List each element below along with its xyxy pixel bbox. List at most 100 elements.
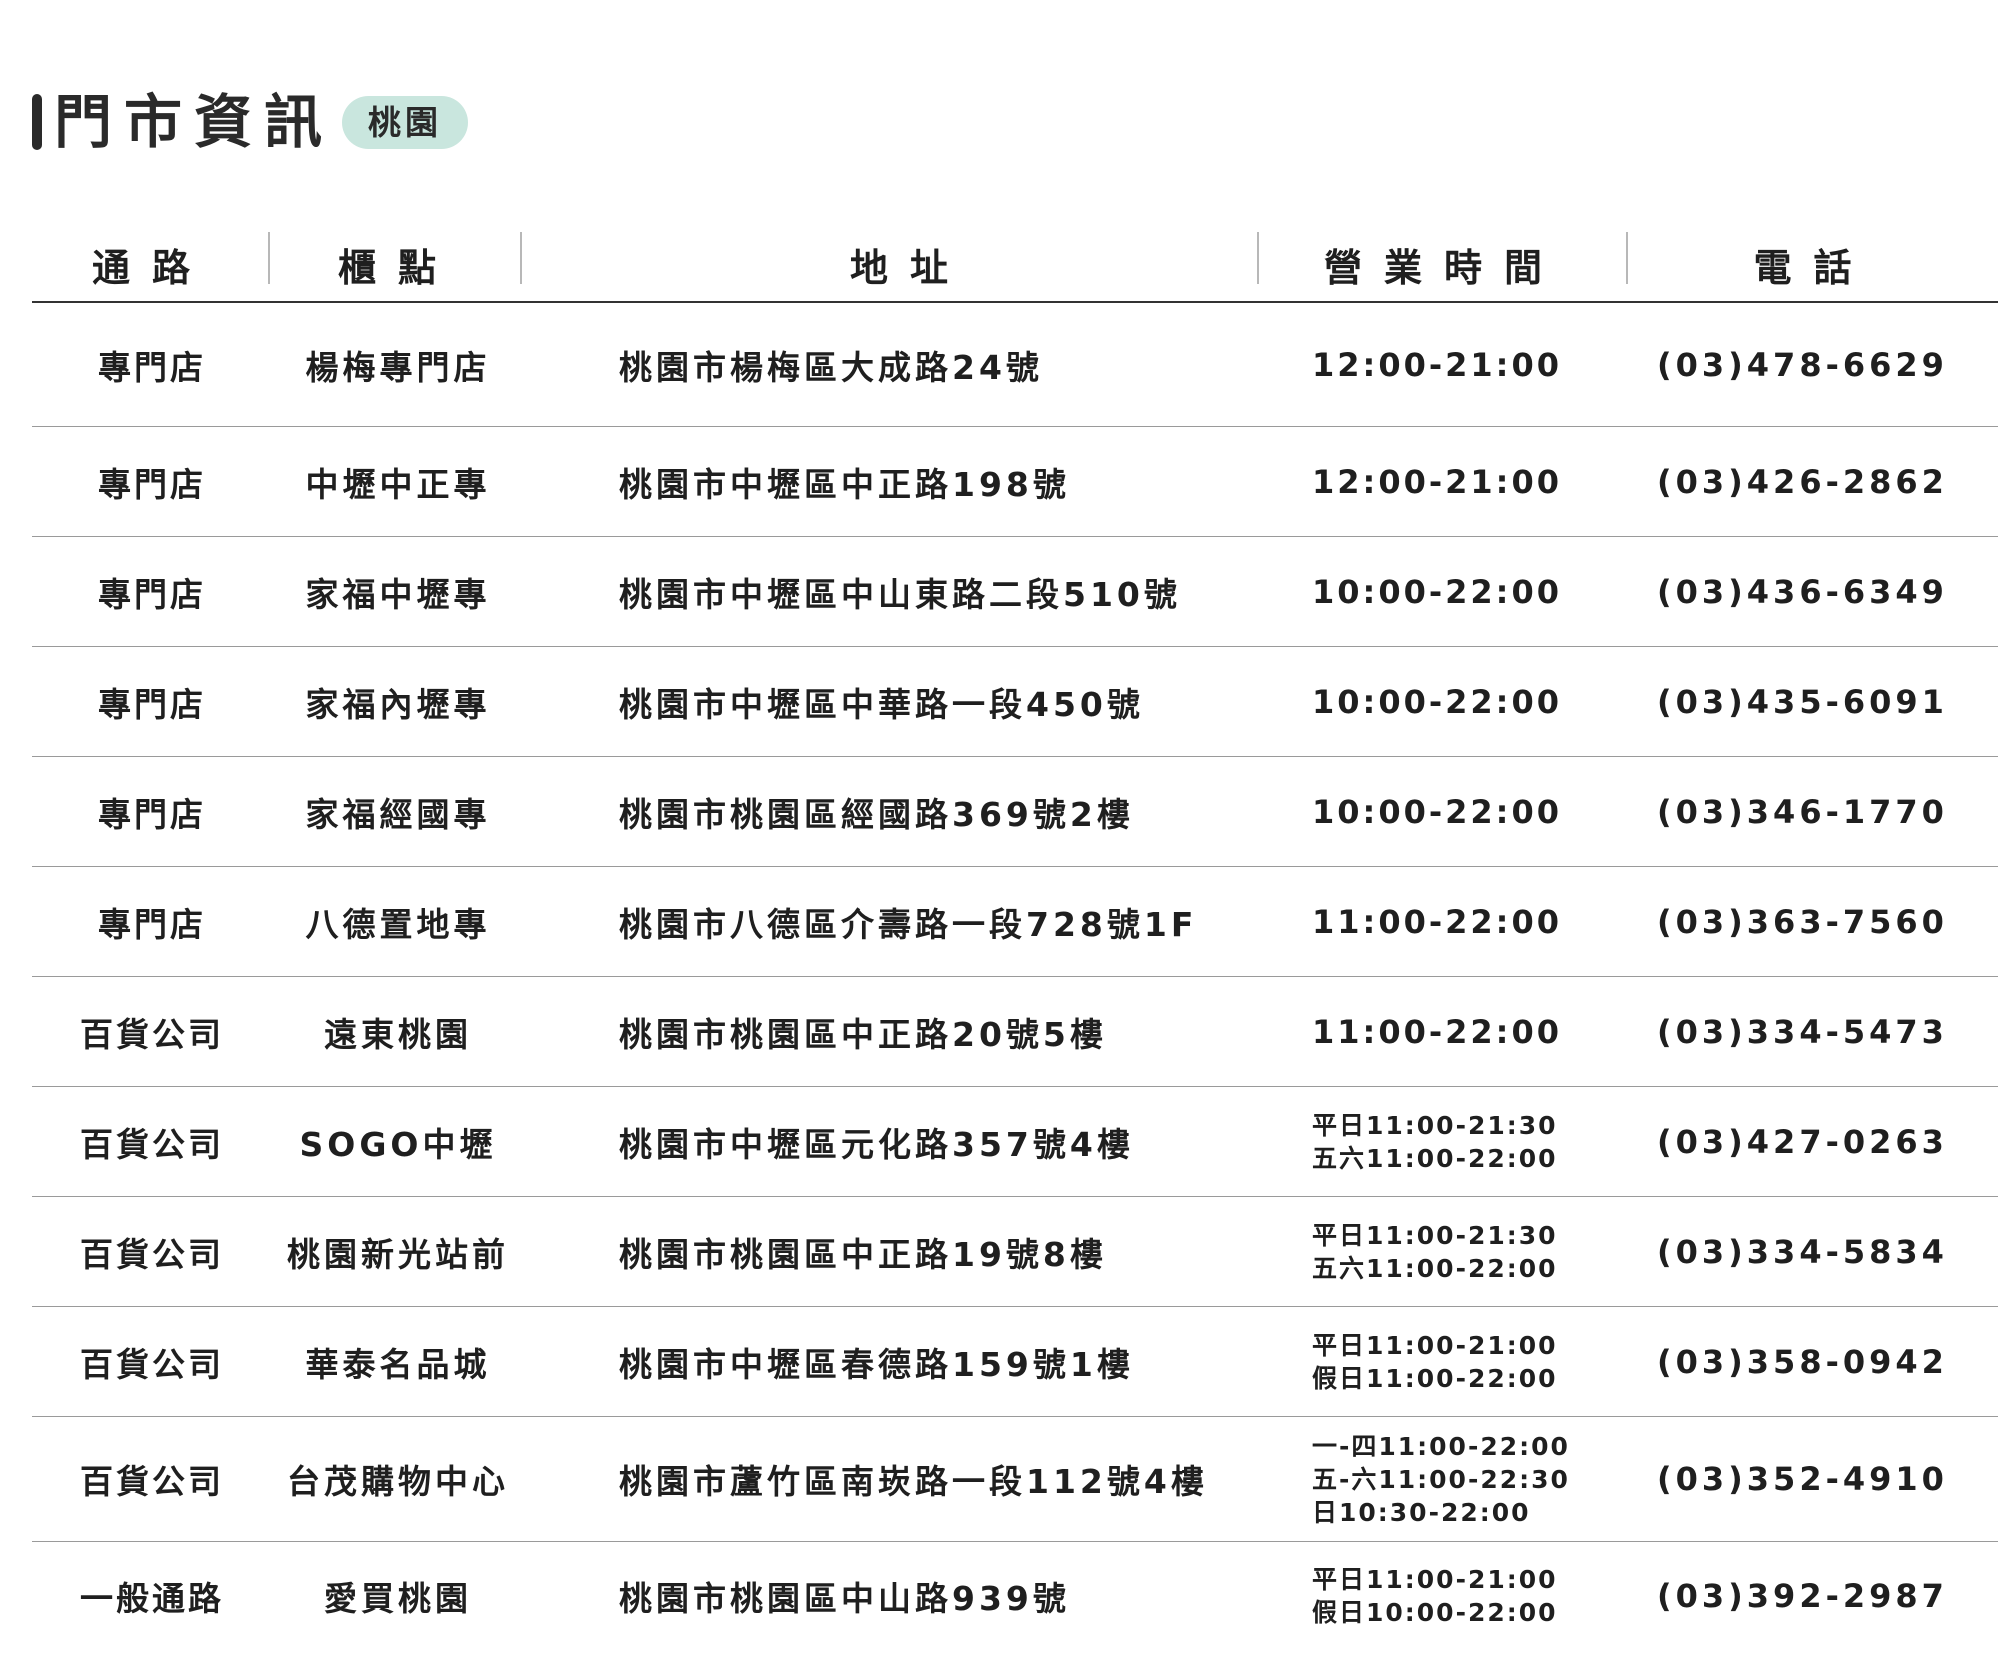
channel-cell: 百貨公司: [80, 1234, 224, 1274]
header-divider: [268, 232, 270, 284]
hours-cell: 平日11:00-21:30 五六11:00-22:00: [1312, 1197, 1642, 1306]
region-badge: 桃園: [342, 95, 469, 149]
hours-line: 平日11:00-21:30: [1312, 1110, 1558, 1140]
address-cell: 桃園市八德區介壽路一段728號1F: [619, 904, 1198, 944]
store-cell: 愛買桃園: [324, 1579, 472, 1618]
table-row: 百貨公司 華泰名品城 桃園市中壢區春德路159號1樓 平日11:00-21:00 假日1…: [32, 1307, 1998, 1417]
phone-cell: (03)436-6349: [1657, 572, 1948, 611]
channel-cell: 專門店: [98, 464, 206, 504]
page-title: 門市資訊 桃園: [32, 80, 469, 164]
table-row: 專門店 八德置地專 桃園市八德區介壽路一段728號1F 11:00-22:00 (03)…: [32, 867, 1998, 977]
store-cell: 台茂購物中心: [287, 1462, 509, 1501]
phone-cell: (03)426-2862: [1657, 462, 1948, 501]
header-phone: 電話: [1753, 246, 1874, 290]
store-cell: 楊梅專門店: [305, 347, 491, 387]
hours-line: 五-六11:00-22:30: [1312, 1464, 1570, 1494]
table-row: 百貨公司 SOGO中壢 桃園市中壢區元化路357號4樓 平日11:00-21:30 五六…: [32, 1087, 1998, 1197]
channel-cell: 專門店: [98, 347, 206, 387]
address-cell: 桃園市中壢區春德路159號1樓: [619, 1344, 1134, 1384]
hours-line: 平日11:00-21:00: [1312, 1565, 1558, 1594]
title-accent-bar: [32, 94, 42, 150]
hours-line: 平日11:00-21:00: [1312, 1330, 1558, 1360]
channel-cell: 一般通路: [80, 1579, 224, 1618]
phone-cell: (03)352-4910: [1657, 1460, 1948, 1498]
address-cell: 桃園市桃園區經國路369號2樓: [619, 794, 1134, 834]
channel-cell: 百貨公司: [80, 1462, 224, 1501]
channel-cell: 百貨公司: [80, 1344, 224, 1384]
phone-cell: (03)478-6629: [1657, 345, 1948, 384]
phone-cell: (03)334-5834: [1657, 1232, 1948, 1271]
hours-line: 平日11:00-21:30: [1312, 1220, 1558, 1250]
hours-line: 10:00-22:00: [1312, 792, 1562, 831]
store-cell: SOGO中壢: [299, 1124, 497, 1164]
header-divider: [1626, 232, 1628, 284]
table-row: 百貨公司 桃園新光站前 桃園市桃園區中正路19號8樓 平日11:00-21:30 五六1…: [32, 1197, 1998, 1307]
header-store: 櫃點: [337, 246, 458, 290]
address-cell: 桃園市蘆竹區南崁路一段112號4樓: [619, 1462, 1208, 1501]
store-table: 通路 櫃點 地址 營業時間 電話 專門店 楊梅專門店 桃園市楊梅區大成路24號 12:…: [32, 228, 1998, 1650]
hours-line: 五六11:00-22:00: [1312, 1143, 1558, 1173]
header-divider: [520, 232, 522, 284]
address-cell: 桃園市中壢區中正路198號: [619, 464, 1070, 504]
phone-cell: (03)427-0263: [1657, 1122, 1948, 1161]
store-cell: 桃園新光站前: [287, 1234, 509, 1274]
address-cell: 桃園市中壢區元化路357號4樓: [619, 1124, 1134, 1164]
store-cell: 家福中壢專: [305, 574, 491, 614]
hours-cell: 10:00-22:00: [1312, 757, 1642, 866]
hours-line: 12:00-21:00: [1312, 462, 1562, 501]
phone-cell: (03)363-7560: [1657, 902, 1948, 941]
address-cell: 桃園市桃園區中正路19號8樓: [619, 1234, 1107, 1274]
channel-cell: 專門店: [98, 574, 206, 614]
hours-line: 10:00-22:00: [1312, 682, 1562, 721]
header-channel: 通路: [91, 246, 212, 290]
channel-cell: 專門店: [98, 794, 206, 834]
table-body: 專門店 楊梅專門店 桃園市楊梅區大成路24號 12:00-21:00 (03)478-6…: [32, 303, 1998, 1650]
table-row: 專門店 楊梅專門店 桃園市楊梅區大成路24號 12:00-21:00 (03)478-6…: [32, 303, 1998, 427]
phone-cell: (03)358-0942: [1657, 1342, 1948, 1381]
header-hours: 營業時間: [1323, 246, 1564, 290]
hours-cell: 平日11:00-21:00 假日11:00-22:00: [1312, 1307, 1642, 1416]
table-row: 專門店 家福中壢專 桃園市中壢區中山東路二段510號 10:00-22:00 (03)4…: [32, 537, 1998, 647]
address-cell: 桃園市桃園區中山路939號: [619, 1579, 1070, 1618]
hours-cell: 平日11:00-21:30 五六11:00-22:00: [1312, 1087, 1642, 1196]
hours-cell: 11:00-22:00: [1312, 867, 1642, 976]
table-row: 一般通路 愛買桃園 桃園市桃園區中山路939號 平日11:00-21:00 假日10:0…: [32, 1542, 1998, 1650]
store-cell: 華泰名品城: [305, 1344, 491, 1384]
hours-cell: 12:00-21:00: [1312, 427, 1642, 536]
address-cell: 桃園市中壢區中山東路二段510號: [619, 574, 1181, 614]
hours-cell: 10:00-22:00: [1312, 537, 1642, 646]
table-row: 專門店 家福經國專 桃園市桃園區經國路369號2樓 10:00-22:00 (03)34…: [32, 757, 1998, 867]
phone-cell: (03)392-2987: [1657, 1577, 1948, 1615]
table-row: 百貨公司 台茂購物中心 桃園市蘆竹區南崁路一段112號4樓 一-四11:00-22:0…: [32, 1417, 1998, 1542]
title-text: 門市資訊: [54, 88, 335, 156]
table-header: 通路 櫃點 地址 營業時間 電話: [32, 228, 1998, 303]
phone-cell: (03)435-6091: [1657, 682, 1948, 721]
table-row: 百貨公司 遠東桃園 桃園市桃園區中正路20號5樓 11:00-22:00 (03)334…: [32, 977, 1998, 1087]
hours-line: 假日11:00-22:00: [1312, 1363, 1558, 1393]
hours-line: 日10:30-22:00: [1312, 1497, 1531, 1527]
hours-line: 假日10:00-22:00: [1312, 1598, 1558, 1627]
table-row: 專門店 家福內壢專 桃園市中壢區中華路一段450號 10:00-22:00 (03)43…: [32, 647, 1998, 757]
hours-line: 12:00-21:00: [1312, 345, 1562, 384]
store-cell: 遠東桃園: [324, 1014, 472, 1054]
hours-cell: 10:00-22:00: [1312, 647, 1642, 756]
address-cell: 桃園市楊梅區大成路24號: [619, 347, 1043, 387]
channel-cell: 百貨公司: [80, 1014, 224, 1054]
address-cell: 桃園市桃園區中正路20號5樓: [619, 1014, 1107, 1054]
hours-line: 10:00-22:00: [1312, 572, 1562, 611]
phone-cell: (03)346-1770: [1657, 792, 1948, 831]
hours-cell: 一-四11:00-22:00 五-六11:00-22:30 日10:30-22:00: [1312, 1417, 1642, 1541]
hours-line: 五六11:00-22:00: [1312, 1253, 1558, 1283]
hours-line: 一-四11:00-22:00: [1312, 1431, 1570, 1461]
store-cell: 家福內壢專: [305, 684, 491, 724]
hours-cell: 平日11:00-21:00 假日10:00-22:00: [1312, 1542, 1642, 1650]
store-cell: 八德置地專: [305, 904, 491, 944]
channel-cell: 專門店: [98, 684, 206, 724]
phone-cell: (03)334-5473: [1657, 1012, 1948, 1051]
header-address: 地址: [849, 246, 970, 290]
hours-cell: 12:00-21:00: [1312, 303, 1642, 426]
channel-cell: 百貨公司: [80, 1124, 224, 1164]
hours-cell: 11:00-22:00: [1312, 977, 1642, 1086]
hours-line: 11:00-22:00: [1312, 1012, 1562, 1051]
header-divider: [1257, 232, 1259, 284]
